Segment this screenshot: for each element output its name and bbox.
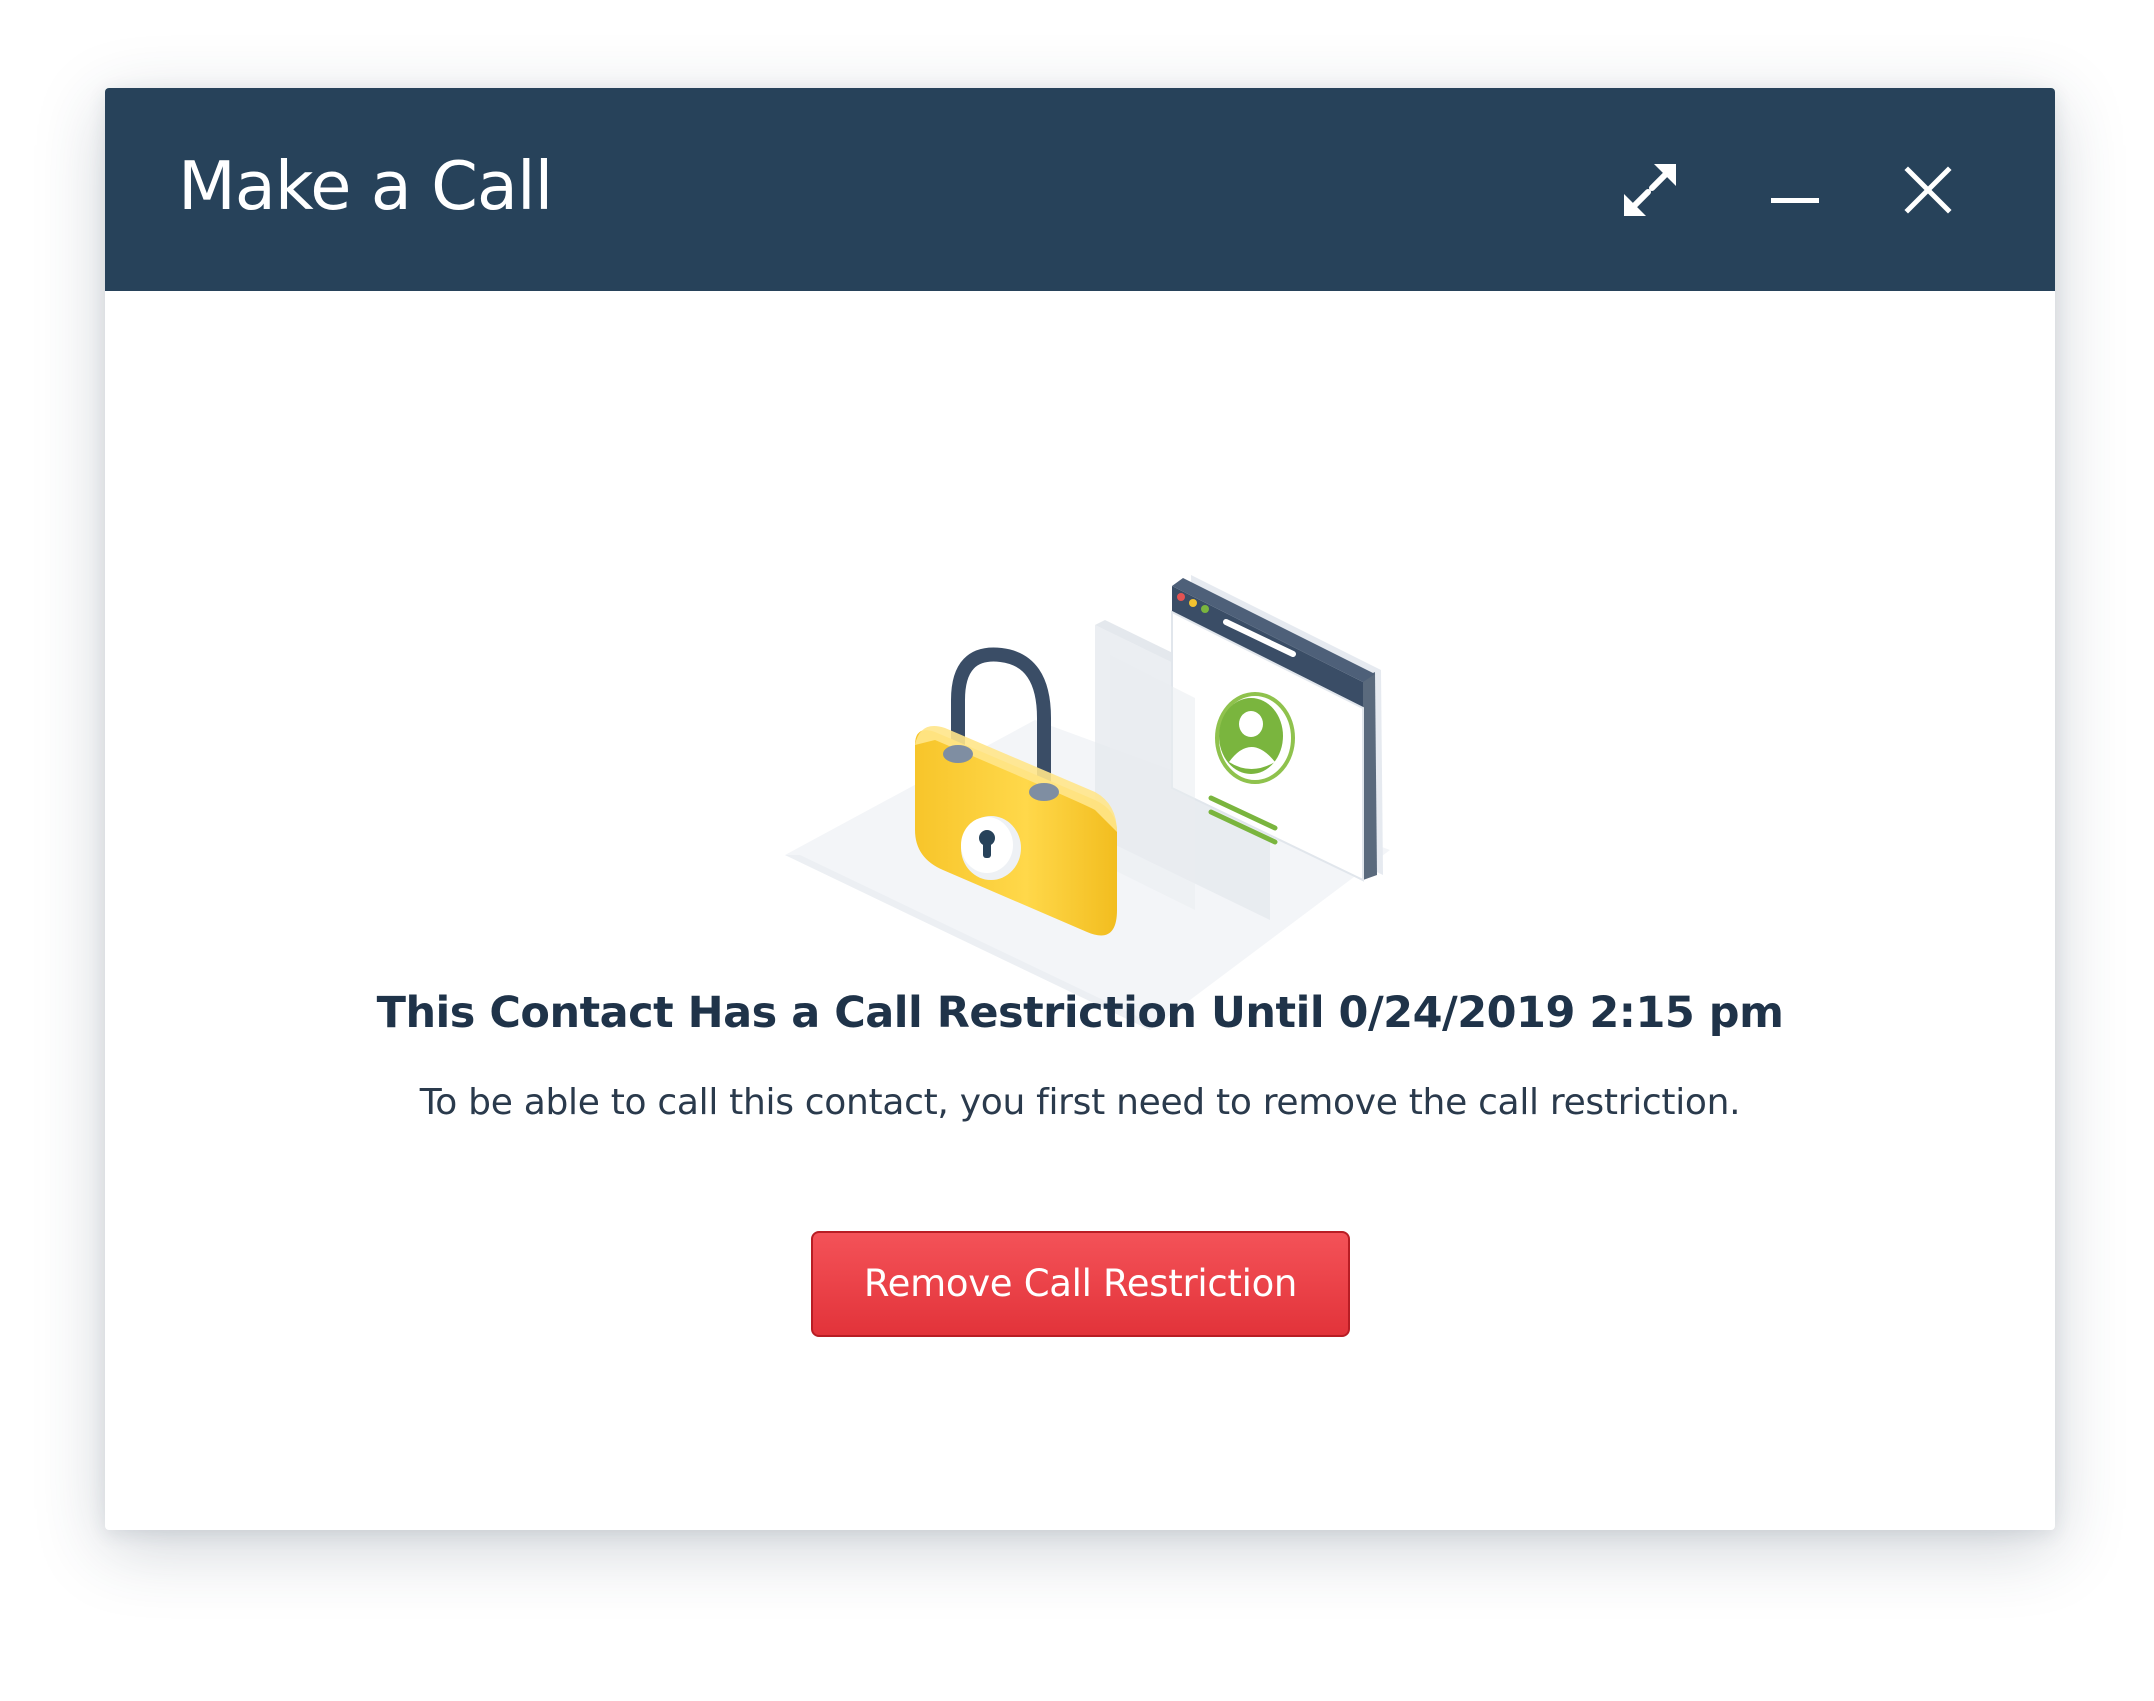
dialog-title: Make a Call bbox=[178, 147, 553, 225]
expand-button[interactable] bbox=[1608, 148, 1692, 232]
close-icon bbox=[1904, 166, 1952, 214]
remove-call-restriction-button[interactable]: Remove Call Restriction bbox=[811, 1231, 1350, 1337]
glass-panel bbox=[1110, 655, 1195, 910]
close-button[interactable] bbox=[1886, 148, 1970, 232]
make-call-dialog: Make a Call This Contact Has a Call Rest… bbox=[105, 88, 2055, 1530]
expand-icon bbox=[1622, 162, 1678, 218]
minimize-icon bbox=[1769, 164, 1821, 216]
restriction-description: To be able to call this contact, you fir… bbox=[419, 1082, 1741, 1123]
restriction-illustration bbox=[765, 470, 1395, 1030]
dialog-titlebar: Make a Call bbox=[105, 88, 2055, 291]
minimize-button[interactable] bbox=[1753, 148, 1837, 232]
contact-avatar-icon bbox=[1215, 692, 1295, 784]
restriction-heading: This Contact Has a Call Restriction Unti… bbox=[376, 988, 1784, 1038]
